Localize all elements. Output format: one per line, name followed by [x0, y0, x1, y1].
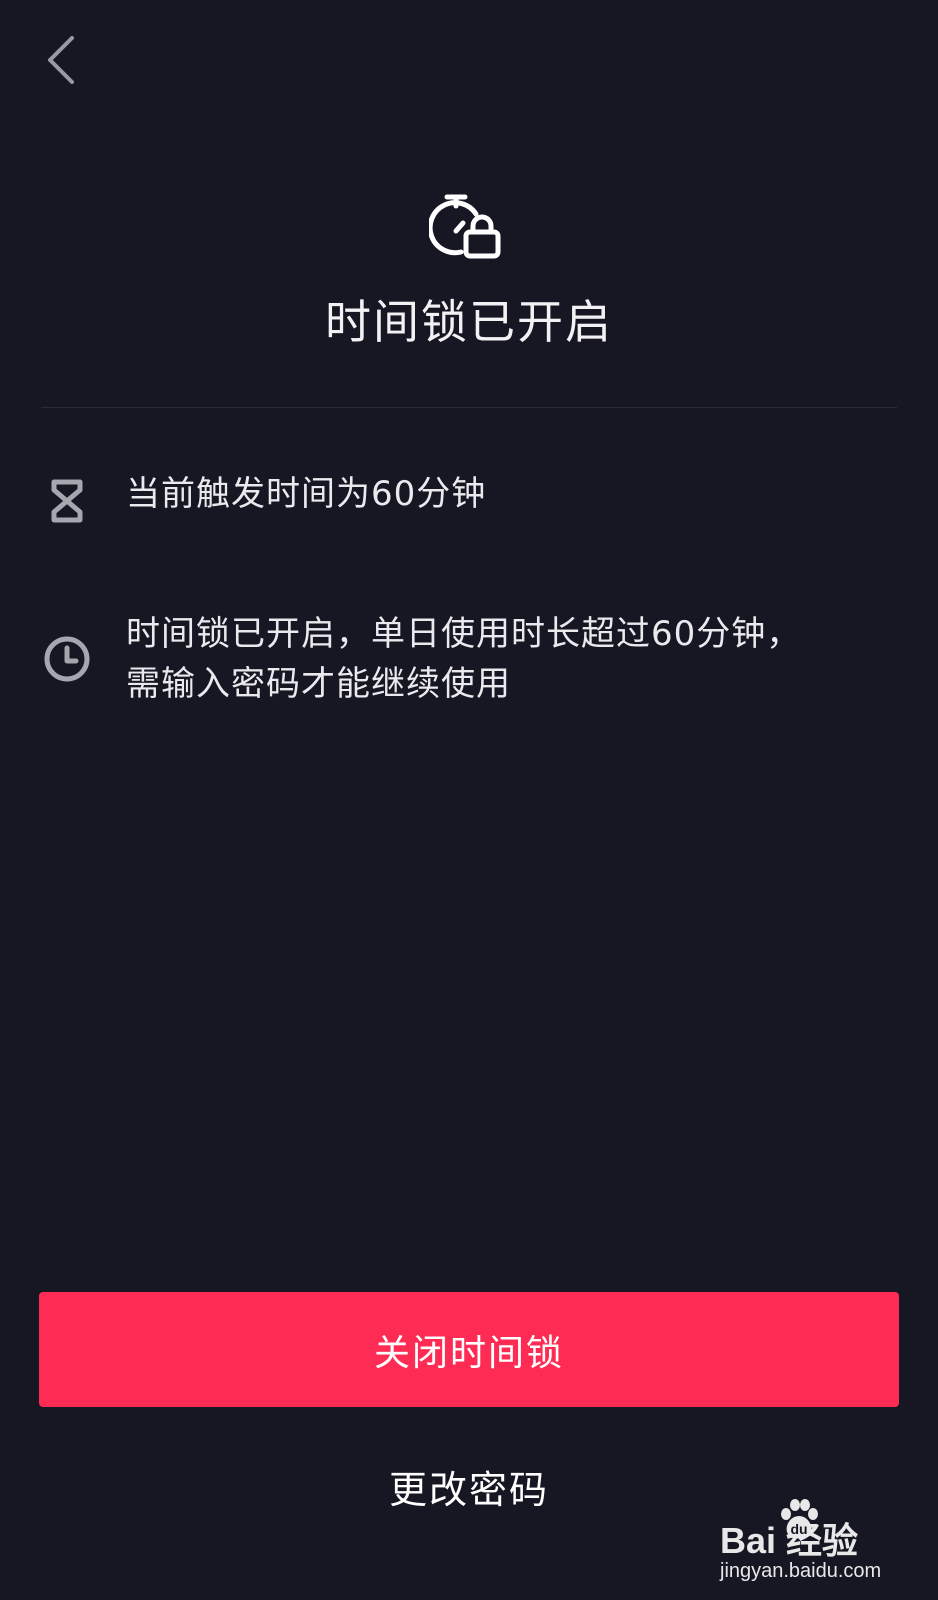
- info-lock-description-line-2: 需输入密码才能继续使用: [126, 664, 511, 704]
- info-lock-description-line-1: 时间锁已开启，单日使用时长超过60分钟，: [126, 614, 802, 654]
- hourglass-icon: [51, 479, 83, 523]
- info-trigger-time-text: 当前触发时间为60分钟: [126, 474, 487, 514]
- paw-logo-icon: du: [781, 1499, 818, 1539]
- clock-icon: [44, 636, 90, 682]
- back-button[interactable]: [30, 28, 90, 92]
- chevron-left-icon: [48, 36, 74, 84]
- divider: [41, 407, 897, 408]
- stopwatch-lock-icon: [429, 194, 501, 259]
- watermark-url: jingyan.baidu.com: [720, 1560, 882, 1582]
- svg-text:du: du: [790, 1521, 807, 1537]
- page-title: 时间锁已开启: [325, 295, 613, 349]
- disable-time-lock-button[interactable]: 关闭时间锁: [39, 1292, 899, 1407]
- baidu-jingyan-watermark: Bai 经验 du jingyan.baidu.com: [716, 1498, 916, 1588]
